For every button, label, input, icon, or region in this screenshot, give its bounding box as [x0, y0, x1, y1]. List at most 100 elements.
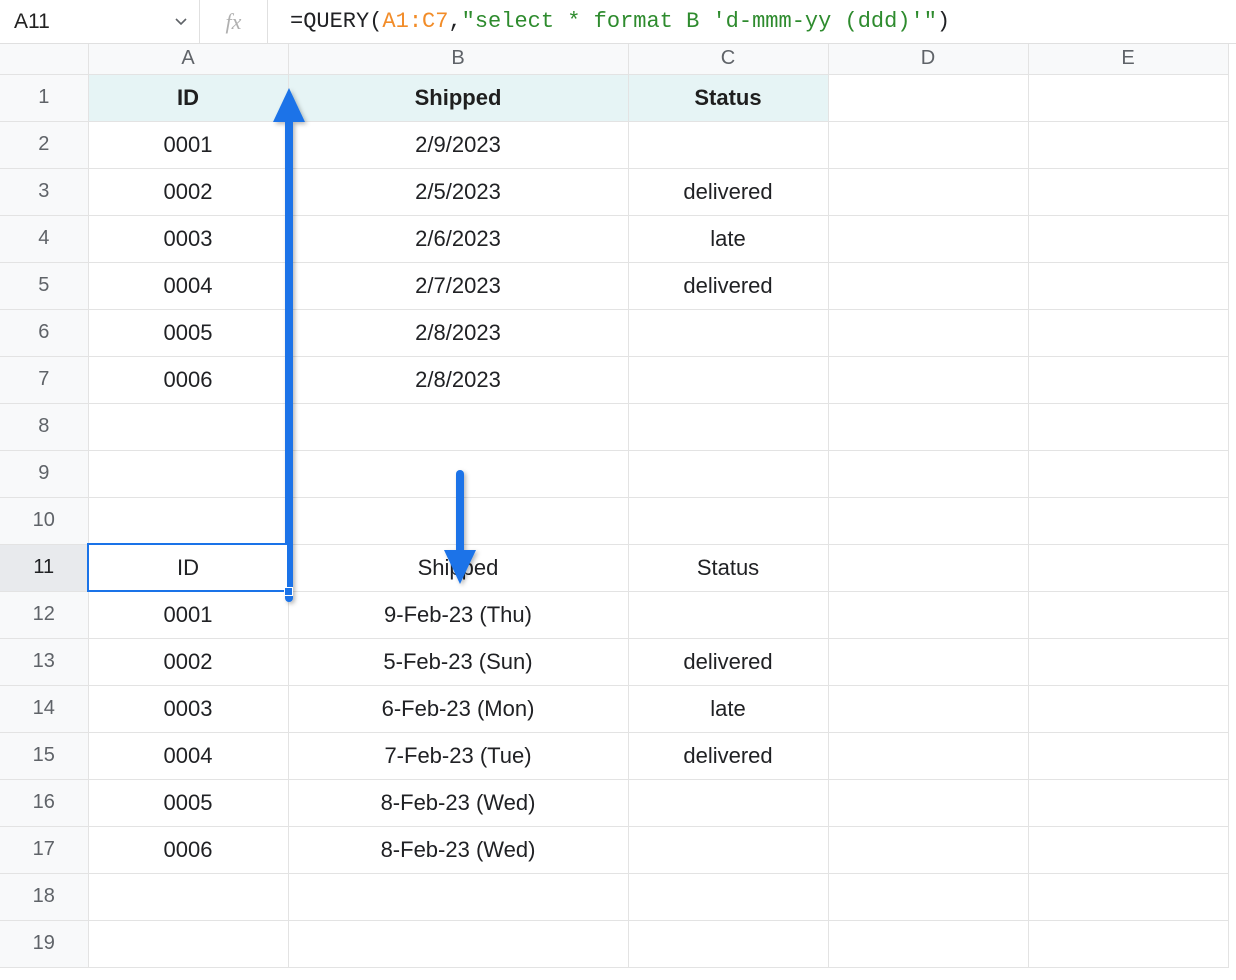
cell-D9[interactable]: [828, 450, 1028, 497]
cell-C18[interactable]: [628, 873, 828, 920]
cell-D13[interactable]: [828, 638, 1028, 685]
cell-C16[interactable]: [628, 779, 828, 826]
cell-B6[interactable]: 2/8/2023: [288, 309, 628, 356]
row-head-5[interactable]: 5: [0, 262, 88, 309]
cell-B14[interactable]: 6-Feb-23 (Mon): [288, 685, 628, 732]
col-head-D[interactable]: D: [828, 44, 1028, 74]
row-head-8[interactable]: 8: [0, 403, 88, 450]
row-head-9[interactable]: 9: [0, 450, 88, 497]
row-head-12[interactable]: 12: [0, 591, 88, 638]
cell-B17[interactable]: 8-Feb-23 (Wed): [288, 826, 628, 873]
cell-B5[interactable]: 2/7/2023: [288, 262, 628, 309]
spreadsheet-grid[interactable]: A B C D E 1IDShippedStatus200012/9/20233…: [0, 44, 1229, 968]
cell-C11[interactable]: Status: [628, 544, 828, 591]
cell-A14[interactable]: 0003: [88, 685, 288, 732]
cell-E11[interactable]: [1028, 544, 1228, 591]
row-head-6[interactable]: 6: [0, 309, 88, 356]
cell-C8[interactable]: [628, 403, 828, 450]
cell-A4[interactable]: 0003: [88, 215, 288, 262]
cell-A1[interactable]: ID: [88, 74, 288, 121]
cell-D15[interactable]: [828, 732, 1028, 779]
col-head-A[interactable]: A: [88, 44, 288, 74]
cell-A8[interactable]: [88, 403, 288, 450]
cell-B3[interactable]: 2/5/2023: [288, 168, 628, 215]
cell-B9[interactable]: [288, 450, 628, 497]
row-head-10[interactable]: 10: [0, 497, 88, 544]
cell-C12[interactable]: [628, 591, 828, 638]
col-head-C[interactable]: C: [628, 44, 828, 74]
cell-A17[interactable]: 0006: [88, 826, 288, 873]
cell-D11[interactable]: [828, 544, 1028, 591]
cell-E7[interactable]: [1028, 356, 1228, 403]
cell-D18[interactable]: [828, 873, 1028, 920]
cell-C7[interactable]: [628, 356, 828, 403]
cell-E6[interactable]: [1028, 309, 1228, 356]
cell-D14[interactable]: [828, 685, 1028, 732]
cell-D17[interactable]: [828, 826, 1028, 873]
cell-E8[interactable]: [1028, 403, 1228, 450]
row-head-11[interactable]: 11: [0, 544, 88, 591]
cell-A5[interactable]: 0004: [88, 262, 288, 309]
cell-B15[interactable]: 7-Feb-23 (Tue): [288, 732, 628, 779]
cell-D19[interactable]: [828, 920, 1028, 967]
cell-D8[interactable]: [828, 403, 1028, 450]
row-head-2[interactable]: 2: [0, 121, 88, 168]
col-head-B[interactable]: B: [288, 44, 628, 74]
cell-A3[interactable]: 0002: [88, 168, 288, 215]
row-head-17[interactable]: 17: [0, 826, 88, 873]
row-head-3[interactable]: 3: [0, 168, 88, 215]
formula-input[interactable]: =QUERY(A1:C7,"select * format B 'd-mmm-y…: [268, 0, 1236, 43]
cell-D4[interactable]: [828, 215, 1028, 262]
cell-B12[interactable]: 9-Feb-23 (Thu): [288, 591, 628, 638]
row-head-19[interactable]: 19: [0, 920, 88, 967]
cell-C4[interactable]: late: [628, 215, 828, 262]
cell-D2[interactable]: [828, 121, 1028, 168]
cell-B8[interactable]: [288, 403, 628, 450]
row-head-1[interactable]: 1: [0, 74, 88, 121]
cell-C19[interactable]: [628, 920, 828, 967]
cell-A9[interactable]: [88, 450, 288, 497]
cell-C3[interactable]: delivered: [628, 168, 828, 215]
row-head-13[interactable]: 13: [0, 638, 88, 685]
row-head-18[interactable]: 18: [0, 873, 88, 920]
cell-B10[interactable]: [288, 497, 628, 544]
cell-E15[interactable]: [1028, 732, 1228, 779]
caret-down-icon[interactable]: [175, 18, 187, 26]
cell-B18[interactable]: [288, 873, 628, 920]
cell-A6[interactable]: 0005: [88, 309, 288, 356]
cell-D12[interactable]: [828, 591, 1028, 638]
cell-C6[interactable]: [628, 309, 828, 356]
cell-C10[interactable]: [628, 497, 828, 544]
row-head-16[interactable]: 16: [0, 779, 88, 826]
cell-B2[interactable]: 2/9/2023: [288, 121, 628, 168]
cell-A10[interactable]: [88, 497, 288, 544]
cell-E19[interactable]: [1028, 920, 1228, 967]
cell-A2[interactable]: 0001: [88, 121, 288, 168]
cell-E14[interactable]: [1028, 685, 1228, 732]
cell-B7[interactable]: 2/8/2023: [288, 356, 628, 403]
cell-B1[interactable]: Shipped: [288, 74, 628, 121]
cell-D5[interactable]: [828, 262, 1028, 309]
cell-C14[interactable]: late: [628, 685, 828, 732]
cell-D10[interactable]: [828, 497, 1028, 544]
cell-A7[interactable]: 0006: [88, 356, 288, 403]
row-head-14[interactable]: 14: [0, 685, 88, 732]
cell-B11[interactable]: Shipped: [288, 544, 628, 591]
cell-E9[interactable]: [1028, 450, 1228, 497]
cell-B4[interactable]: 2/6/2023: [288, 215, 628, 262]
cell-E13[interactable]: [1028, 638, 1228, 685]
cell-E18[interactable]: [1028, 873, 1228, 920]
cell-D3[interactable]: [828, 168, 1028, 215]
cell-A12[interactable]: 0001: [88, 591, 288, 638]
name-box[interactable]: A11: [0, 0, 200, 43]
selection-handle[interactable]: [284, 587, 293, 596]
cell-E16[interactable]: [1028, 779, 1228, 826]
cell-C15[interactable]: delivered: [628, 732, 828, 779]
cell-A18[interactable]: [88, 873, 288, 920]
cell-B16[interactable]: 8-Feb-23 (Wed): [288, 779, 628, 826]
cell-D1[interactable]: [828, 74, 1028, 121]
row-head-4[interactable]: 4: [0, 215, 88, 262]
cell-E10[interactable]: [1028, 497, 1228, 544]
col-head-E[interactable]: E: [1028, 44, 1228, 74]
row-head-7[interactable]: 7: [0, 356, 88, 403]
